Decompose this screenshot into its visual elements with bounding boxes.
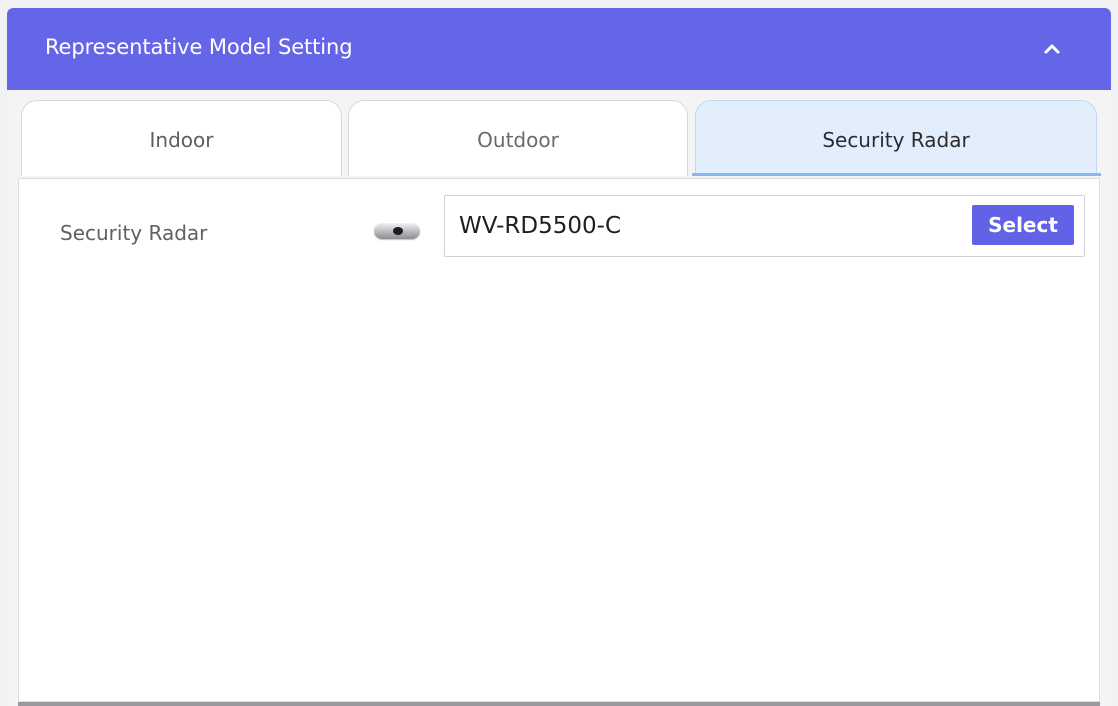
content-bottom-edge xyxy=(18,702,1100,706)
active-tab-indicator xyxy=(692,173,1101,176)
panel-header[interactable]: Representative Model Setting xyxy=(7,8,1111,90)
tab-content: Security Radar WV-RD5500-C Select xyxy=(18,178,1100,702)
security-radar-label: Security Radar xyxy=(60,221,208,245)
representative-model-panel: Representative Model Setting Indoor Outd… xyxy=(7,8,1111,706)
chevron-up-icon xyxy=(1044,44,1060,54)
toggle-switch-icon[interactable] xyxy=(374,223,420,239)
toggle-knob xyxy=(393,227,403,235)
model-field[interactable]: WV-RD5500-C Select xyxy=(444,195,1085,257)
panel-title: Representative Model Setting xyxy=(45,35,353,59)
tab-indoor[interactable]: Indoor xyxy=(21,100,342,176)
select-button[interactable]: Select xyxy=(972,205,1074,245)
tab-outdoor[interactable]: Outdoor xyxy=(348,100,688,176)
model-value: WV-RD5500-C xyxy=(459,213,622,239)
model-tabs: Indoor Outdoor Security Radar xyxy=(21,100,1101,178)
tab-security-radar[interactable]: Security Radar xyxy=(695,100,1097,176)
collapse-button[interactable] xyxy=(1037,34,1067,64)
